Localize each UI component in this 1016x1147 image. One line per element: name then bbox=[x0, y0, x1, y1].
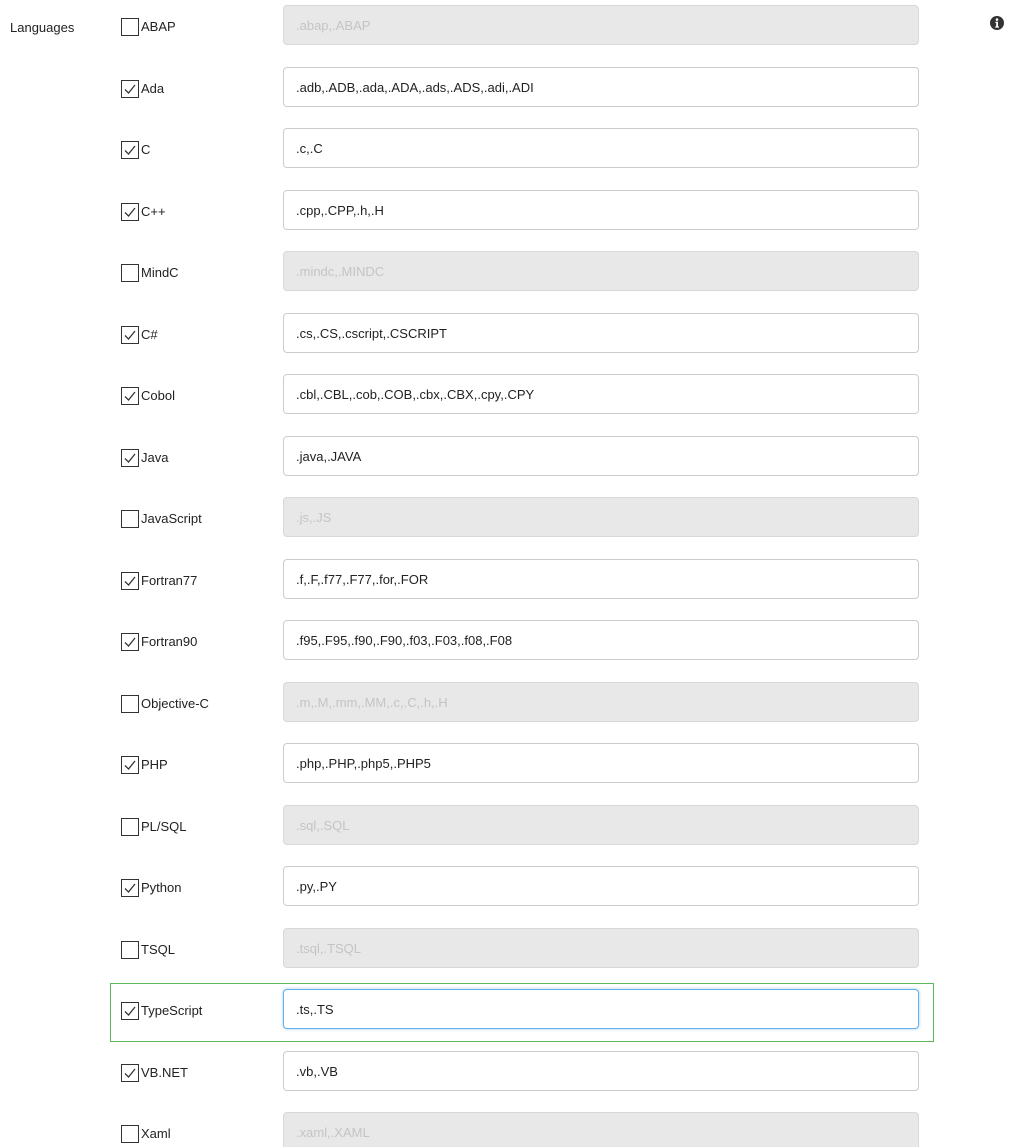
language-row: C++ bbox=[0, 190, 1016, 236]
checkmark-icon bbox=[124, 207, 136, 217]
language-row: VB.NET bbox=[0, 1051, 1016, 1097]
language-row: C bbox=[0, 128, 1016, 174]
language-row: JavaScript bbox=[0, 497, 1016, 543]
language-checkbox[interactable] bbox=[121, 326, 139, 344]
extensions-input[interactable] bbox=[283, 190, 919, 230]
language-checkbox[interactable] bbox=[121, 80, 139, 98]
extensions-input[interactable] bbox=[283, 989, 919, 1029]
language-name: JavaScript bbox=[141, 511, 202, 526]
extensions-input[interactable] bbox=[283, 1112, 919, 1147]
language-name: Cobol bbox=[141, 388, 175, 403]
language-name: Fortran90 bbox=[141, 634, 198, 649]
language-row: Xaml bbox=[0, 1112, 1016, 1147]
language-name: Fortran77 bbox=[141, 573, 198, 588]
checkmark-icon bbox=[124, 391, 136, 401]
extensions-input[interactable] bbox=[283, 436, 919, 476]
language-row: Cobol bbox=[0, 374, 1016, 420]
language-row: Python bbox=[0, 866, 1016, 912]
languages-settings-page: Languages ABAPAdaCC++MindCC#CobolJavaJav… bbox=[0, 0, 1016, 1147]
checkmark-icon bbox=[124, 145, 136, 155]
language-checkbox[interactable] bbox=[121, 203, 139, 221]
language-checkbox[interactable] bbox=[121, 1002, 139, 1020]
extensions-input[interactable] bbox=[283, 374, 919, 414]
language-name: C# bbox=[141, 327, 158, 342]
language-row: Objective-C bbox=[0, 682, 1016, 728]
language-row: C# bbox=[0, 313, 1016, 359]
language-name: Python bbox=[141, 880, 182, 895]
language-checkbox[interactable] bbox=[121, 387, 139, 405]
language-name: C bbox=[141, 142, 151, 157]
language-checkbox[interactable] bbox=[121, 756, 139, 774]
language-name: MindC bbox=[141, 265, 179, 280]
language-row: PHP bbox=[0, 743, 1016, 789]
language-name: PHP bbox=[141, 757, 168, 772]
language-checkbox[interactable] bbox=[121, 449, 139, 467]
language-checkbox[interactable] bbox=[121, 818, 139, 836]
language-checkbox[interactable] bbox=[121, 633, 139, 651]
extensions-input[interactable] bbox=[283, 682, 919, 722]
language-checkbox[interactable] bbox=[121, 1064, 139, 1082]
checkmark-icon bbox=[124, 1068, 136, 1078]
language-name: TSQL bbox=[141, 942, 175, 957]
language-name: Objective-C bbox=[141, 696, 209, 711]
language-row: MindC bbox=[0, 251, 1016, 297]
extensions-input[interactable] bbox=[283, 805, 919, 845]
extensions-input[interactable] bbox=[283, 251, 919, 291]
language-checkbox[interactable] bbox=[121, 510, 139, 528]
language-checkbox[interactable] bbox=[121, 264, 139, 282]
checkmark-icon bbox=[124, 576, 136, 586]
extensions-input[interactable] bbox=[283, 497, 919, 537]
language-row: Ada bbox=[0, 67, 1016, 113]
language-row: TypeScript bbox=[0, 983, 1016, 1042]
language-checkbox[interactable] bbox=[121, 18, 139, 36]
language-checkbox[interactable] bbox=[121, 141, 139, 159]
language-name: PL/SQL bbox=[141, 819, 187, 834]
extensions-input[interactable] bbox=[283, 866, 919, 906]
checkmark-icon bbox=[124, 453, 136, 463]
language-checkbox[interactable] bbox=[121, 941, 139, 959]
checkmark-icon bbox=[124, 637, 136, 647]
language-checkbox[interactable] bbox=[121, 879, 139, 897]
extensions-input[interactable] bbox=[283, 620, 919, 660]
language-row: Fortran77 bbox=[0, 559, 1016, 605]
checkmark-icon bbox=[124, 760, 136, 770]
language-checkbox[interactable] bbox=[121, 572, 139, 590]
language-checkbox[interactable] bbox=[121, 695, 139, 713]
language-name: Ada bbox=[141, 81, 165, 96]
language-name: Java bbox=[141, 450, 169, 465]
language-row: ABAP bbox=[0, 5, 1016, 51]
language-name: TypeScript bbox=[141, 1003, 203, 1018]
language-row: PL/SQL bbox=[0, 805, 1016, 851]
language-name: VB.NET bbox=[141, 1065, 188, 1080]
checkmark-icon bbox=[124, 883, 136, 893]
language-row: Java bbox=[0, 436, 1016, 482]
checkmark-icon bbox=[124, 1006, 136, 1016]
extensions-input[interactable] bbox=[283, 5, 919, 45]
language-row: Fortran90 bbox=[0, 620, 1016, 666]
language-checkbox[interactable] bbox=[121, 1125, 139, 1143]
extensions-input[interactable] bbox=[283, 313, 919, 353]
extensions-input[interactable] bbox=[283, 559, 919, 599]
checkmark-icon bbox=[124, 330, 136, 340]
language-name: ABAP bbox=[141, 19, 176, 34]
extensions-input[interactable] bbox=[283, 928, 919, 968]
extensions-input[interactable] bbox=[283, 1051, 919, 1091]
language-name: C++ bbox=[141, 204, 166, 219]
extensions-input[interactable] bbox=[283, 743, 919, 783]
extensions-input[interactable] bbox=[283, 128, 919, 168]
extensions-input[interactable] bbox=[283, 67, 919, 107]
checkmark-icon bbox=[124, 84, 136, 94]
language-name: Xaml bbox=[141, 1126, 171, 1141]
language-row: TSQL bbox=[0, 928, 1016, 974]
